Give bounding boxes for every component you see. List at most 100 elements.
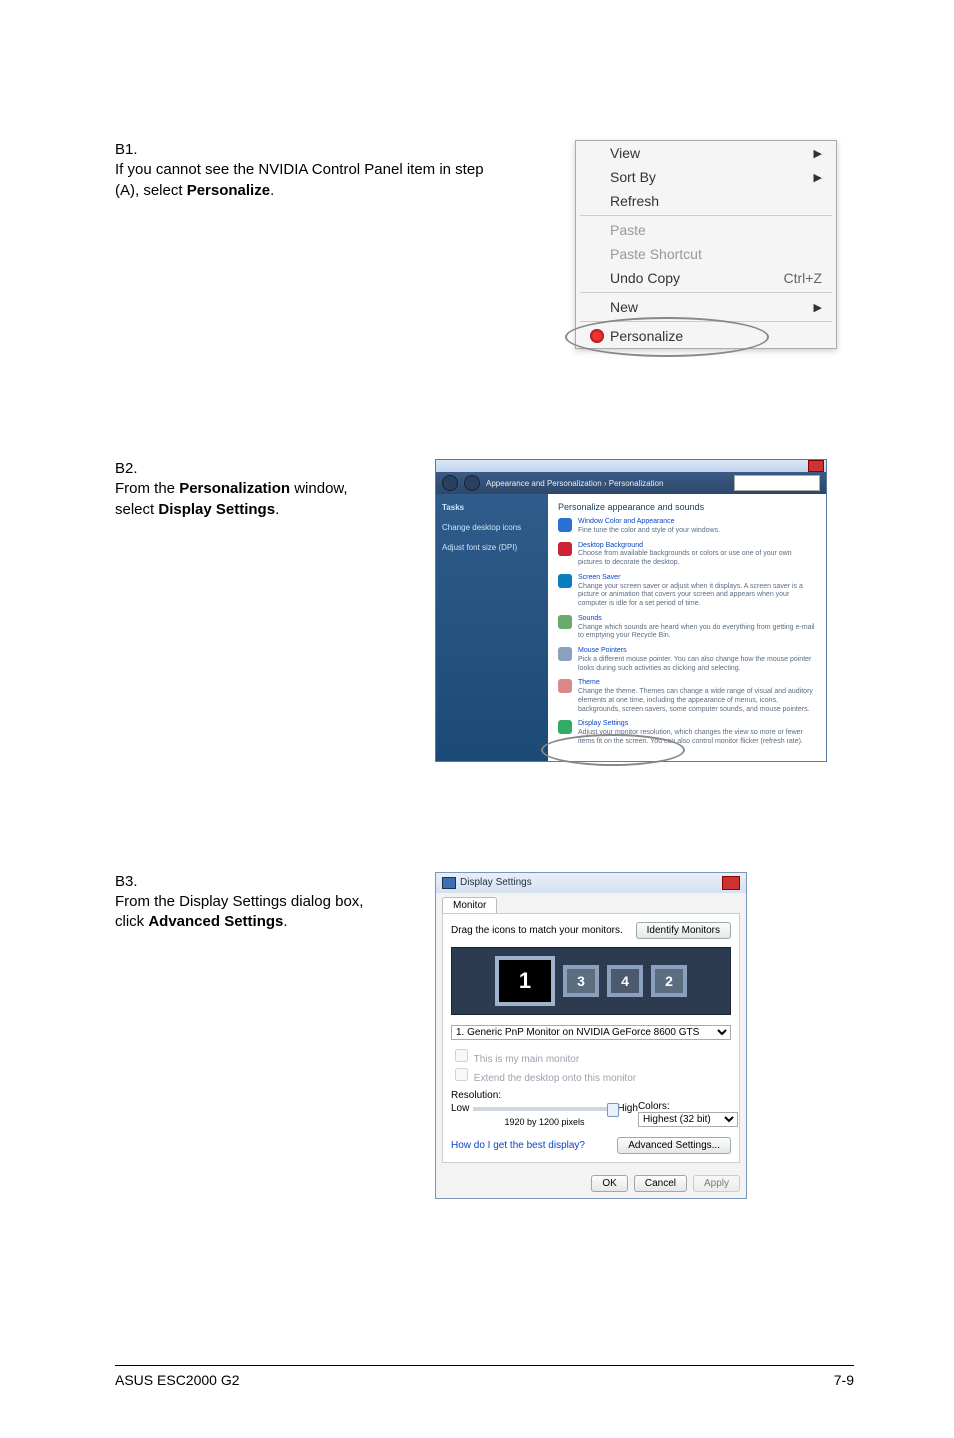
ctx-view-label: View bbox=[610, 145, 640, 161]
entry-window-color[interactable]: Window Color and AppearanceFine tune the… bbox=[558, 518, 816, 536]
ctx-undo-copy[interactable]: Undo Copy Ctrl+Z bbox=[576, 266, 836, 290]
resolution-slider[interactable] bbox=[473, 1107, 613, 1111]
colors-label: Colors: bbox=[638, 1101, 738, 1112]
monitor-3[interactable]: 3 bbox=[563, 965, 599, 997]
apply-button[interactable]: Apply bbox=[693, 1175, 740, 1192]
b1-post: . bbox=[270, 182, 274, 199]
chk-extend-desktop: Extend the desktop onto this monitor bbox=[451, 1073, 636, 1084]
submenu-arrow-icon: ▶ bbox=[814, 147, 822, 160]
breadcrumb[interactable]: Appearance and Personalization › Persona… bbox=[486, 479, 728, 488]
entry-theme[interactable]: ThemeChange the theme. Themes can change… bbox=[558, 679, 816, 714]
b2-post: . bbox=[275, 501, 279, 518]
tab-monitor[interactable]: Monitor bbox=[442, 897, 497, 913]
personalize-icon bbox=[590, 329, 604, 343]
ok-button[interactable]: OK bbox=[591, 1175, 627, 1192]
sounds-icon bbox=[558, 615, 572, 629]
close-icon[interactable] bbox=[722, 876, 740, 890]
e5-desc: Pick a different mouse pointer. You can … bbox=[578, 656, 816, 674]
e7-desc: Adjust your monitor resolution, which ch… bbox=[578, 729, 816, 747]
sidebar-item-font-size[interactable]: Adjust font size (DPI) bbox=[442, 542, 542, 554]
e4-desc: Change which sounds are heard when you d… bbox=[578, 624, 816, 642]
submenu-arrow-icon: ▶ bbox=[814, 171, 822, 184]
display-settings-dialog: Display Settings Monitor Drag the icons … bbox=[435, 872, 747, 1199]
b2-bold1: Personalization bbox=[179, 480, 290, 497]
search-input[interactable] bbox=[734, 475, 820, 491]
entry-display-settings[interactable]: Display SettingsAdjust your monitor reso… bbox=[558, 720, 816, 746]
sidebar-item-desktop-icons[interactable]: Change desktop icons bbox=[442, 522, 542, 534]
chk-main-monitor-input bbox=[455, 1049, 468, 1062]
drag-instruction: Drag the icons to match your monitors. bbox=[451, 925, 623, 936]
separator bbox=[580, 215, 832, 216]
nav-forward-icon[interactable] bbox=[464, 475, 480, 491]
nav-back-icon[interactable] bbox=[442, 475, 458, 491]
advanced-settings-button[interactable]: Advanced Settings... bbox=[617, 1137, 731, 1154]
step-b2-text: From the Personalization window, select … bbox=[115, 479, 371, 520]
e7-title: Display Settings bbox=[578, 720, 816, 729]
monitor-2[interactable]: 2 bbox=[651, 965, 687, 997]
identify-monitors-button[interactable]: Identify Monitors bbox=[636, 922, 731, 939]
sidebar-tasks-header: Tasks bbox=[442, 502, 542, 514]
mouse-icon bbox=[558, 647, 572, 661]
chk-extend-desktop-input bbox=[455, 1068, 468, 1081]
entry-sounds[interactable]: SoundsChange which sounds are heard when… bbox=[558, 615, 816, 641]
cancel-button[interactable]: Cancel bbox=[634, 1175, 687, 1192]
footer-page-number: 7-9 bbox=[834, 1372, 854, 1388]
ctx-undo-copy-accel: Ctrl+Z bbox=[784, 270, 823, 286]
b2-bold2: Display Settings bbox=[158, 501, 275, 518]
step-b3-text: From the Display Settings dialog box, cl… bbox=[115, 892, 371, 933]
b3-bold: Advanced Settings bbox=[148, 913, 283, 930]
chk-main-monitor: This is my main monitor bbox=[451, 1054, 579, 1065]
ctx-sortby-label: Sort By bbox=[610, 169, 656, 185]
ctx-new-label: New bbox=[610, 299, 638, 315]
dialog-title: Display Settings bbox=[460, 877, 532, 888]
slider-high-label: High bbox=[617, 1103, 638, 1114]
separator bbox=[580, 321, 832, 322]
e3-title: Screen Saver bbox=[578, 574, 816, 583]
ctx-paste-shortcut: Paste Shortcut bbox=[576, 242, 836, 266]
ctx-refresh-label: Refresh bbox=[610, 193, 659, 209]
ctx-paste-label: Paste bbox=[610, 222, 646, 238]
monitor-arrangement[interactable]: 1 3 4 2 bbox=[451, 947, 731, 1015]
ctx-personalize[interactable]: Personalize bbox=[576, 324, 836, 348]
display-settings-icon bbox=[558, 720, 572, 734]
slider-thumb[interactable] bbox=[607, 1103, 619, 1117]
colors-select[interactable]: Highest (32 bit) bbox=[638, 1112, 738, 1127]
ctx-undo-copy-label: Undo Copy bbox=[610, 270, 680, 286]
entry-mouse-pointers[interactable]: Mouse PointersPick a different mouse poi… bbox=[558, 647, 816, 673]
separator bbox=[580, 292, 832, 293]
ctx-sortby[interactable]: Sort By ▶ bbox=[576, 165, 836, 189]
monitor-select[interactable]: 1. Generic PnP Monitor on NVIDIA GeForce… bbox=[451, 1025, 731, 1040]
e3-desc: Change your screen saver or adjust when … bbox=[578, 583, 816, 609]
help-link[interactable]: How do I get the best display? bbox=[451, 1140, 585, 1151]
b2-pre: From the bbox=[115, 480, 179, 497]
personalization-window: Appearance and Personalization › Persona… bbox=[435, 459, 827, 762]
step-b2-num: B2. bbox=[115, 459, 155, 479]
footer-model: ASUS ESC2000 G2 bbox=[115, 1372, 240, 1388]
entry-desktop-background[interactable]: Desktop BackgroundChoose from available … bbox=[558, 542, 816, 568]
e6-title: Theme bbox=[578, 679, 816, 688]
ctx-refresh[interactable]: Refresh bbox=[576, 189, 836, 213]
chk-main-label: This is my main monitor bbox=[474, 1054, 580, 1065]
step-b3-num: B3. bbox=[115, 872, 155, 892]
tabs: Monitor bbox=[436, 893, 746, 913]
entry-screen-saver[interactable]: Screen SaverChange your screen saver or … bbox=[558, 574, 816, 609]
b1-bold: Personalize bbox=[187, 182, 270, 199]
b1-pre: If you cannot see the NVIDIA Control Pan… bbox=[115, 161, 484, 198]
slider-low-label: Low bbox=[451, 1103, 469, 1114]
ctx-paste-shortcut-label: Paste Shortcut bbox=[610, 246, 702, 262]
ctx-view[interactable]: View ▶ bbox=[576, 141, 836, 165]
monitor-1[interactable]: 1 bbox=[495, 956, 555, 1006]
display-icon bbox=[442, 877, 456, 889]
window-titlebar bbox=[436, 460, 826, 472]
e1-title: Window Color and Appearance bbox=[578, 518, 720, 527]
monitor-4[interactable]: 4 bbox=[607, 965, 643, 997]
ctx-paste: Paste bbox=[576, 218, 836, 242]
resolution-value: 1920 by 1200 pixels bbox=[451, 1117, 638, 1127]
ctx-personalize-label: Personalize bbox=[610, 328, 683, 344]
sidebar: Tasks Change desktop icons Adjust font s… bbox=[436, 494, 548, 761]
screensaver-icon bbox=[558, 574, 572, 588]
ctx-new[interactable]: New▶ bbox=[576, 295, 836, 319]
context-menu: View ▶ Sort By ▶ Refresh Paste Paste Short… bbox=[575, 140, 837, 349]
page-footer: ASUS ESC2000 G2 7-9 bbox=[115, 1365, 854, 1388]
close-icon[interactable] bbox=[808, 460, 824, 472]
